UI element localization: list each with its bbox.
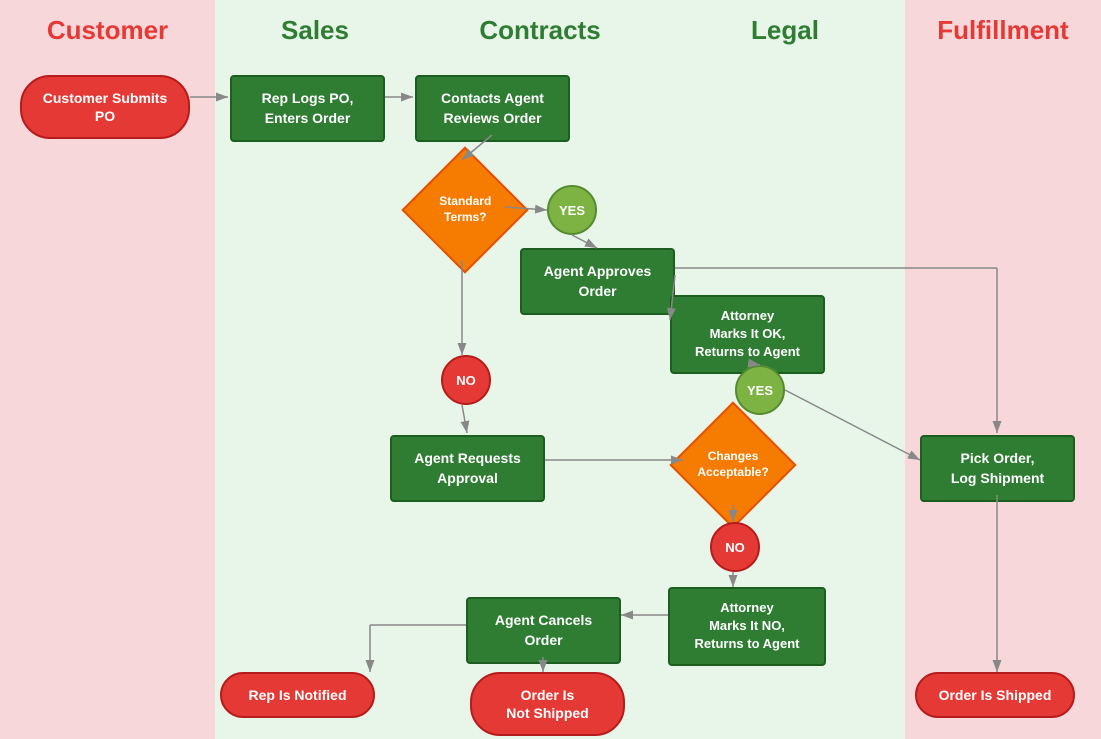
flowchart: Customer Sales Contracts Legal Fulfillme… [0, 0, 1101, 739]
lane-legal: Legal [665, 0, 905, 739]
lane-customer: Customer [0, 0, 215, 739]
customer-header: Customer [0, 0, 215, 56]
lane-sales: Sales [215, 0, 415, 739]
contracts-header: Contracts [415, 0, 665, 56]
legal-header: Legal [665, 0, 905, 56]
lane-fulfillment: Fulfillment [905, 0, 1101, 739]
lane-contracts: Contracts [415, 0, 665, 739]
fulfillment-header: Fulfillment [905, 0, 1101, 56]
sales-header: Sales [215, 0, 415, 56]
